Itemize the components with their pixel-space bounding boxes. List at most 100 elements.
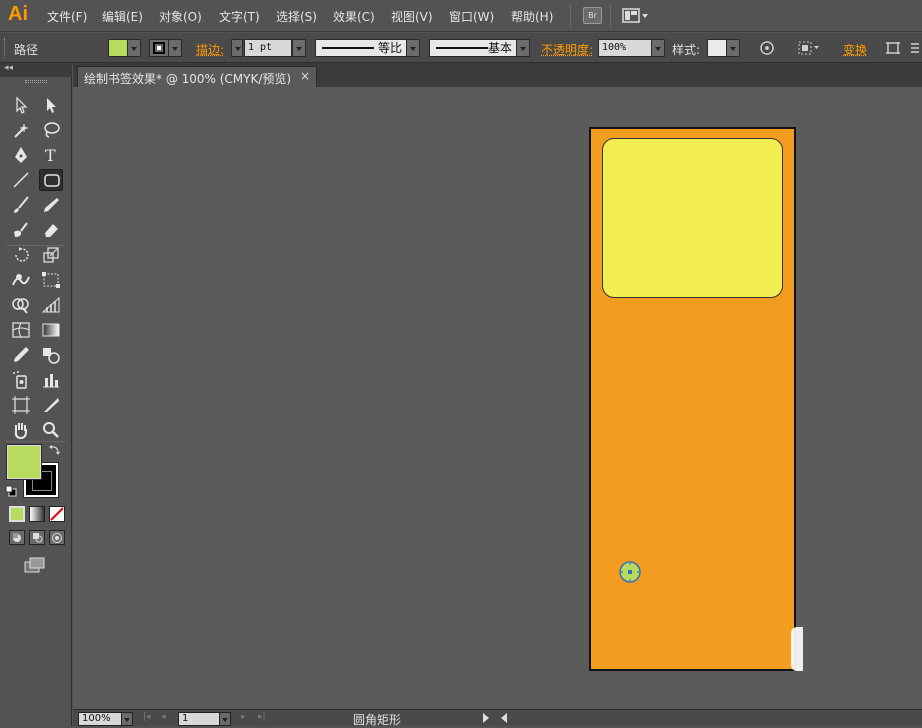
variable-width-profile-dropdown[interactable]: 等比 [315,39,407,57]
brush-line-preview [436,47,488,49]
perspective-icon[interactable] [39,294,63,316]
mesh-icon[interactable] [9,319,33,341]
menu-type[interactable]: 文字(T) [219,8,260,25]
menu-help[interactable]: 帮助(H) [511,8,553,25]
profile-dropdown-arrow[interactable] [406,39,420,57]
menu-effect[interactable]: 效果(C) [333,8,375,25]
fill-dropdown-arrow[interactable] [127,39,141,57]
selection-icon[interactable] [9,94,33,116]
document-tab[interactable]: 绘制书签效果* @ 100% (CMYK/预览) × [77,66,317,87]
tools-panel-header[interactable]: ◂◂ [0,63,72,77]
artboard-icon[interactable] [9,394,33,416]
recolor-artwork-icon[interactable] [758,40,776,56]
style-dropdown-arrow[interactable] [726,39,740,57]
magic-wand-icon[interactable] [9,119,33,141]
zoom-dropdown[interactable] [121,712,133,726]
opacity-panel-link[interactable]: 不透明度: [541,41,593,58]
align-options-icon[interactable] [797,40,821,56]
rotate-icon[interactable] [9,244,33,266]
canvas-glare-artifact [791,627,803,671]
first-artboard-icon[interactable]: |◂ [143,712,151,722]
stroke-weight-stepper[interactable] [231,39,243,57]
menu-view[interactable]: 视图(V) [391,8,433,25]
rounded-rectangle-icon[interactable] [39,169,63,191]
next-artboard-icon[interactable]: ▸ [241,712,246,722]
bridge-button[interactable]: Br [583,7,602,24]
scroll-left-icon[interactable] [501,713,507,723]
paintbrush-icon[interactable] [9,194,33,216]
opacity-dropdown[interactable] [651,39,665,57]
swap-fill-stroke-icon[interactable] [48,443,62,457]
type-icon[interactable]: T [39,144,63,166]
collapse-panel-icon[interactable]: ◂◂ [4,63,13,73]
blob-brush-icon[interactable] [9,219,33,241]
status-menu-icon[interactable] [483,713,489,723]
warp-icon[interactable] [9,269,33,291]
direct-selection-icon[interactable] [39,94,63,116]
menu-select[interactable]: 选择(S) [276,8,317,25]
isolate-object-icon[interactable] [884,40,902,56]
artboard-dropdown[interactable] [219,712,231,726]
zoom-field[interactable]: 100% [78,712,122,726]
rounded-rectangle-shape[interactable] [602,138,783,298]
previous-artboard-icon[interactable]: ◂ [161,712,166,722]
fill-swatch[interactable] [7,445,41,479]
free-transform-icon[interactable] [39,269,63,291]
profile-label: 等比 [378,40,402,56]
document-tab-bar: 绘制书签效果* @ 100% (CMYK/预览) × [73,63,922,87]
toolbar-divider [6,441,66,442]
eraser-icon[interactable] [39,219,63,241]
draw-normal-button[interactable] [9,530,25,545]
pencil-icon[interactable] [39,194,63,216]
menu-window[interactable]: 窗口(W) [449,8,494,25]
style-label: 样式: [672,41,700,58]
draw-inside-button[interactable] [49,530,65,545]
panel-grip[interactable] [4,38,7,58]
control-panel-menu-icon[interactable] [909,40,921,56]
stroke-weight-dropdown[interactable] [292,39,306,57]
transform-panel-link[interactable]: 变换 [843,41,867,58]
gradient-mode-button[interactable] [29,506,45,522]
stroke-color-swatch[interactable] [149,39,169,57]
none-mode-button[interactable] [49,506,65,522]
stroke-dropdown-arrow[interactable] [168,39,182,57]
bookmark-artboard-shape[interactable] [589,127,796,671]
graphic-style-swatch[interactable] [707,39,727,57]
line-icon[interactable] [9,169,33,191]
fill-color-swatch[interactable] [108,39,128,57]
brush-dropdown-arrow[interactable] [516,39,530,57]
lasso-icon[interactable] [39,119,63,141]
punch-hole-circle[interactable] [618,560,642,584]
screen-mode-icon[interactable] [24,557,46,573]
symbol-sprayer-icon[interactable] [9,369,33,391]
shape-builder-icon[interactable] [9,294,33,316]
column-graph-icon[interactable] [39,369,63,391]
stroke-weight-field[interactable]: 1 pt [244,39,292,57]
artboard-field[interactable]: 1 [178,712,220,726]
workspace-switcher-icon[interactable] [622,8,650,24]
menu-edit[interactable]: 编辑(E) [102,8,143,25]
draw-behind-button[interactable] [29,530,45,545]
hand-icon[interactable] [9,419,33,441]
scale-icon[interactable] [39,244,63,266]
status-bar: 100% |◂ ◂ 1 ▸ ▸| 圆角矩形 [73,709,922,726]
current-tool-label: 圆角矩形 [353,711,401,728]
canvas[interactable] [73,87,922,709]
gradient-icon[interactable] [39,319,63,341]
color-mode-button[interactable] [9,506,25,522]
blend-icon[interactable] [39,344,63,366]
menu-file[interactable]: 文件(F) [47,8,87,25]
brush-definition-dropdown[interactable]: 基本 [429,39,517,57]
zoom-icon[interactable] [39,419,63,441]
default-colors-icon[interactable] [5,485,17,497]
close-tab-icon[interactable]: × [300,69,310,83]
opacity-field[interactable]: 100% [598,39,652,57]
menu-object[interactable]: 对象(O) [159,8,202,25]
slice-icon[interactable] [39,394,63,416]
tools-panel-grip[interactable] [25,80,47,83]
eyedropper-icon[interactable] [9,344,33,366]
pen-icon[interactable] [9,144,33,166]
last-artboard-icon[interactable]: ▸| [258,712,266,722]
stroke-panel-link[interactable]: 描边: [196,41,224,58]
document-tab-title: 绘制书签效果* @ 100% (CMYK/预览) [84,70,291,87]
